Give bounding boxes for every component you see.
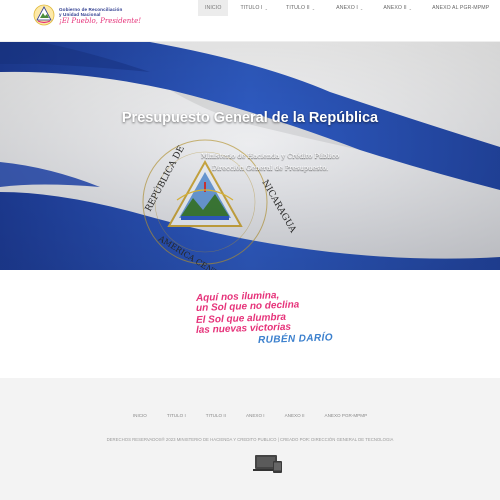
- chevron-down-icon: ⌄: [264, 5, 269, 11]
- nav-label: ANEXO I: [336, 5, 358, 11]
- devices-icon: [253, 455, 282, 473]
- nav-item-titulo-i[interactable]: TITULO I ⌄: [240, 0, 268, 16]
- nav-label: ANEXO II: [383, 5, 407, 11]
- nav-label: ANEXO AL PGR-MPMP: [432, 5, 490, 11]
- footer-link-inicio[interactable]: INICIO: [133, 413, 147, 418]
- nav-item-anexo-ii[interactable]: ANEXO II ⌄: [383, 0, 412, 16]
- nav-label: TITULO II: [286, 5, 310, 11]
- department-name: Dirección General de Presupuesto.: [211, 164, 329, 172]
- nav-label: TITULO I: [240, 5, 263, 11]
- nicaragua-emblem-icon: [33, 4, 55, 26]
- chevron-down-icon: ⌄: [359, 5, 364, 11]
- hero-banner: REPÚBLICA DE NICARAGUA AMERICA CENTRAL P…: [0, 42, 500, 270]
- copyright-text: DERECHOS RESERVADOS® 2023 MINISTERIO DE …: [106, 437, 394, 442]
- nav-item-titulo-ii[interactable]: TITULO II ⌄: [286, 0, 315, 16]
- footer-link-anexo-pgr-mpmp[interactable]: ANEXO PGR-MPMP: [325, 413, 368, 418]
- chevron-down-icon: ⌄: [408, 5, 413, 11]
- footer-link-anexo-ii[interactable]: ANEXO II: [285, 413, 305, 418]
- nav-item-anexo-i[interactable]: ANEXO I ⌄: [336, 0, 363, 16]
- main-navigation: INICIO TITULO I ⌄ TITULO II ⌄ ANEXO I ⌄ ANE…: [198, 0, 489, 16]
- footer-link-titulo-i[interactable]: TITULO I: [167, 413, 186, 418]
- page-title: Presupuesto General de la República: [121, 110, 379, 126]
- chevron-down-icon: ⌄: [311, 5, 316, 11]
- footer-navigation: INICIO TITULO I TITULO II ANEXO I ANEXO …: [0, 413, 500, 418]
- footer-link-titulo-ii[interactable]: TITULO II: [206, 413, 226, 418]
- government-logo[interactable]: Gobierno de Reconciliación y Unidad Naci…: [32, 3, 142, 31]
- nav-item-inicio[interactable]: INICIO: [198, 0, 229, 16]
- footer-link-anexo-i[interactable]: ANEXO I: [246, 413, 265, 418]
- poem-quote: Aquí nos ilumina, un Sol que no declina …: [196, 290, 356, 353]
- site-footer: INICIO TITULO I TITULO II ANEXO I ANEXO …: [0, 378, 500, 500]
- quote-author: RUBÉN DARÍO: [257, 332, 334, 346]
- nav-label: INICIO: [205, 5, 222, 11]
- ministry-name: Ministerio de Hacienda y Crédito Público: [200, 152, 340, 160]
- logo-slogan: ¡El Pueblo, Presidente!: [59, 17, 142, 25]
- nav-item-anexo-pgr-mpmp[interactable]: ANEXO AL PGR-MPMP: [432, 0, 489, 16]
- site-header: Gobierno de Reconciliación y Unidad Naci…: [0, 0, 500, 42]
